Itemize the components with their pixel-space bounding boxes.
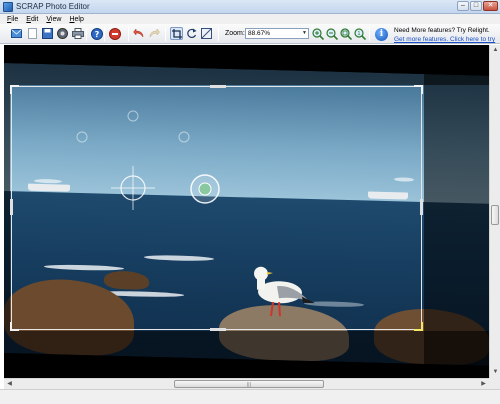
svg-text:?: ? (94, 30, 99, 39)
zoom-actual-icon[interactable]: 1 (353, 27, 366, 40)
new-document-icon[interactable] (26, 27, 39, 40)
redo-icon[interactable] (147, 27, 160, 40)
grip-icon: ||| (247, 382, 251, 388)
zoom-in-icon[interactable] (311, 27, 324, 40)
zoom-select[interactable]: 88.67% ▼ (245, 28, 309, 39)
zoom-label: Zoom: (225, 30, 245, 37)
print-icon[interactable] (71, 27, 84, 40)
horizontal-scroll-thumb[interactable]: ||| (174, 380, 324, 388)
open-icon[interactable] (56, 27, 69, 40)
rotation-guides (76, 110, 220, 210)
app-icon (3, 2, 13, 12)
undo-icon[interactable] (132, 27, 145, 40)
vertical-scrollbar[interactable]: ▲ ▼ (489, 45, 500, 378)
maximize-button[interactable]: □ (470, 1, 482, 11)
promo-title: Need More features? Try Relight. (394, 27, 490, 34)
scroll-down-button[interactable]: ▼ (491, 368, 500, 377)
info-icon[interactable]: i (375, 28, 388, 41)
scroll-right-button[interactable]: ▶ (479, 380, 488, 389)
scroll-up-button[interactable]: ▲ (491, 46, 500, 55)
svg-text:1: 1 (357, 31, 360, 37)
menu-edit[interactable]: Edit (26, 16, 38, 23)
horizontal-scrollbar[interactable]: ◀ ||| ▶ (4, 378, 489, 389)
scrollbar-corner (489, 378, 500, 389)
mail-icon[interactable] (10, 27, 23, 40)
window-title: SCRAP Photo Editor (16, 2, 90, 11)
scroll-left-button[interactable]: ◀ (5, 380, 14, 389)
menu-bar: File Edit View Help (0, 14, 500, 24)
chevron-down-icon: ▼ (302, 30, 307, 36)
help-icon[interactable]: ? (90, 27, 103, 40)
vertical-scroll-thumb[interactable] (491, 205, 499, 225)
crop-icon[interactable] (170, 27, 183, 40)
menu-view[interactable]: View (46, 16, 61, 23)
toolbar: ? Zoom: 88.67% ▼ 1 i Need More features?… (0, 24, 500, 44)
promo-link[interactable]: Get more features. Click here to try (394, 36, 495, 43)
straighten-icon[interactable] (200, 27, 213, 40)
menu-help[interactable]: Help (69, 16, 83, 23)
rotate-icon[interactable] (185, 27, 198, 40)
save-icon[interactable] (41, 27, 54, 40)
zoom-value: 88.67% (248, 30, 271, 37)
title-bar: SCRAP Photo Editor ‒ □ ✕ (0, 0, 500, 14)
stop-icon[interactable] (108, 27, 121, 40)
status-bar (0, 389, 500, 404)
zoom-out-icon[interactable] (325, 27, 338, 40)
zoom-fit-icon[interactable] (339, 27, 352, 40)
close-button[interactable]: ✕ (483, 1, 498, 11)
minimize-button[interactable]: ‒ (457, 1, 469, 11)
image-canvas[interactable] (4, 45, 489, 378)
menu-file[interactable]: File (7, 16, 18, 23)
